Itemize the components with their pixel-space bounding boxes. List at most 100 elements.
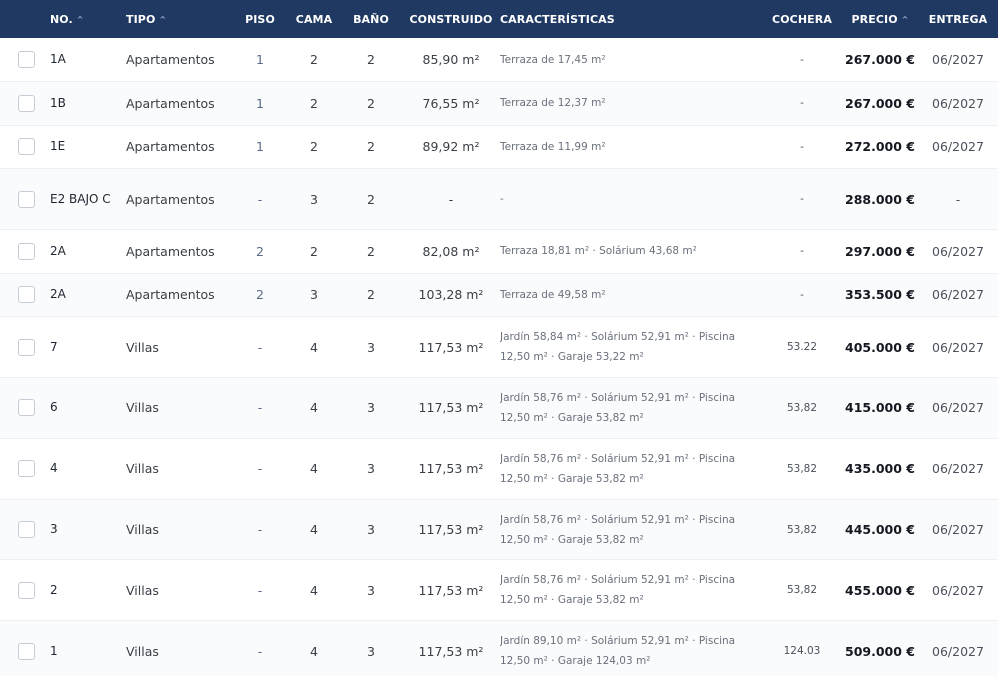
unit-delivery: 06/2027: [932, 461, 984, 477]
header-piso[interactable]: PISO: [232, 0, 288, 38]
unit-number: E2 BAJO C: [50, 191, 111, 206]
row-checkbox[interactable]: [18, 138, 35, 156]
table-row[interactable]: 4 Villas - 4 3 117,53 m² Jardín 58,76 m²…: [0, 438, 998, 500]
unit-price: 509.000 €: [845, 643, 915, 659]
header-precio[interactable]: PRECIO ^: [842, 0, 918, 38]
row-checkbox[interactable]: [18, 460, 35, 478]
unit-bathrooms: 3: [367, 400, 375, 416]
unit-garage: 124.03: [783, 645, 821, 658]
header-caracteristicas[interactable]: CARACTERÍSTICAS: [500, 0, 762, 38]
row-checkbox[interactable]: [18, 190, 35, 208]
unit-price: 267.000 €: [845, 52, 915, 68]
unit-delivery: 06/2027: [932, 522, 984, 538]
unit-delivery: 06/2027: [932, 582, 984, 598]
unit-built-area: 117,53 m²: [418, 582, 484, 598]
unit-delivery: 06/2027: [932, 243, 984, 259]
table-row[interactable]: 2 Villas - 4 3 117,53 m² Jardín 58,76 m²…: [0, 560, 998, 621]
table-row[interactable]: E2 BAJO C Apartamentos - 3 2 - - - 288.0…: [0, 168, 998, 230]
sort-up-icon[interactable]: ^: [77, 15, 84, 24]
unit-bedrooms: 4: [310, 400, 318, 416]
unit-bedrooms: 2: [310, 243, 318, 259]
row-checkbox[interactable]: [18, 521, 35, 539]
unit-features: Jardín 58,76 m² · Solárium 52,91 m² · Pi…: [500, 574, 736, 607]
row-select-cell: [0, 169, 50, 230]
unit-features: Jardín 58,84 m² · Solárium 52,91 m² · Pi…: [500, 331, 736, 364]
unit-built-area: -: [448, 191, 454, 207]
unit-price: 445.000 €: [845, 522, 915, 538]
unit-number: 1: [50, 643, 58, 658]
unit-number: 2A: [50, 243, 66, 258]
table-row[interactable]: 6 Villas - 4 3 117,53 m² Jardín 58,76 m²…: [0, 377, 998, 439]
unit-built-area: 89,92 m²: [422, 139, 480, 155]
header-bano[interactable]: BAÑO: [340, 0, 402, 38]
header-select: [0, 0, 50, 38]
header-entrega[interactable]: ENTREGA: [918, 0, 998, 38]
header-construido[interactable]: CONSTRUIDO: [402, 0, 500, 38]
row-checkbox[interactable]: [18, 94, 35, 112]
units-table: NO. ^ TIPO ^ PISO CAMA BAÑO CONSTRUIDO CAR…: [0, 0, 998, 676]
unit-type: Apartamentos: [126, 243, 215, 259]
unit-price: 435.000 €: [845, 461, 915, 477]
unit-built-area: 82,08 m²: [422, 243, 480, 259]
table-row[interactable]: 1E Apartamentos 1 2 2 89,92 m² Terraza d…: [0, 125, 998, 169]
row-checkbox[interactable]: [18, 51, 35, 69]
unit-type: Apartamentos: [126, 139, 215, 155]
unit-garage: -: [800, 97, 804, 110]
unit-number: 4: [50, 461, 58, 476]
row-select-cell: [0, 82, 50, 126]
row-checkbox[interactable]: [18, 642, 35, 660]
unit-type: Villas: [126, 400, 159, 416]
unit-bedrooms: 2: [310, 139, 318, 155]
table-row[interactable]: 7 Villas - 4 3 117,53 m² Jardín 58,84 m²…: [0, 317, 998, 378]
unit-price: 297.000 €: [845, 243, 915, 259]
unit-floor: 1: [256, 52, 264, 68]
unit-features: Terraza 18,81 m² · Solárium 43,68 m²: [500, 245, 697, 258]
row-checkbox[interactable]: [18, 338, 35, 356]
row-checkbox[interactable]: [18, 399, 35, 417]
unit-bedrooms: 3: [310, 287, 318, 303]
row-select-cell: [0, 230, 50, 274]
header-tipo-label: TIPO: [126, 12, 156, 26]
unit-type: Villas: [126, 461, 159, 477]
header-cama[interactable]: CAMA: [288, 0, 340, 38]
header-no[interactable]: NO. ^: [50, 0, 126, 38]
unit-floor: -: [257, 461, 263, 477]
row-checkbox[interactable]: [18, 242, 35, 260]
table-row[interactable]: 1B Apartamentos 1 2 2 76,55 m² Terraza d…: [0, 81, 998, 126]
row-checkbox[interactable]: [18, 286, 35, 304]
unit-bedrooms: 4: [310, 461, 318, 477]
header-tipo[interactable]: TIPO ^: [126, 0, 232, 38]
row-checkbox[interactable]: [18, 581, 35, 599]
row-select-cell: [0, 438, 50, 499]
unit-delivery: -: [955, 191, 961, 207]
unit-bathrooms: 3: [367, 643, 375, 659]
unit-number: 7: [50, 339, 58, 354]
header-cochera[interactable]: COCHERA: [762, 0, 842, 38]
unit-garage: 53,82: [786, 462, 818, 475]
unit-type: Villas: [126, 339, 159, 355]
table-row[interactable]: 2A Apartamentos 2 3 2 103,28 m² Terraza …: [0, 273, 998, 317]
unit-garage: 53,82: [786, 584, 818, 597]
unit-bedrooms: 4: [310, 522, 318, 538]
unit-delivery: 06/2027: [932, 643, 984, 659]
unit-features: Terraza de 49,58 m²: [500, 288, 606, 301]
table-row[interactable]: 3 Villas - 4 3 117,53 m² Jardín 58,76 m²…: [0, 499, 998, 560]
unit-garage: 53,82: [786, 523, 818, 536]
unit-features: -: [500, 193, 504, 206]
unit-floor: 2: [256, 243, 264, 259]
unit-delivery: 06/2027: [932, 400, 984, 416]
unit-price: 405.000 €: [845, 339, 915, 355]
unit-number: 6: [50, 400, 58, 415]
table-row[interactable]: 1A Apartamentos 1 2 2 85,90 m² Terraza d…: [0, 38, 998, 82]
unit-built-area: 76,55 m²: [422, 95, 480, 111]
sort-up-icon[interactable]: ^: [159, 15, 166, 24]
unit-type: Apartamentos: [126, 52, 215, 68]
unit-type: Apartamentos: [126, 95, 215, 111]
unit-built-area: 117,53 m²: [418, 461, 484, 477]
table-row[interactable]: 2A Apartamentos 2 2 2 82,08 m² Terraza 1…: [0, 230, 998, 274]
unit-type: Villas: [126, 522, 159, 538]
unit-floor: -: [257, 522, 263, 538]
table-row[interactable]: 1 Villas - 4 3 117,53 m² Jardín 89,10 m²…: [0, 620, 998, 676]
sort-up-icon[interactable]: ^: [902, 15, 909, 24]
unit-bathrooms: 3: [367, 582, 375, 598]
